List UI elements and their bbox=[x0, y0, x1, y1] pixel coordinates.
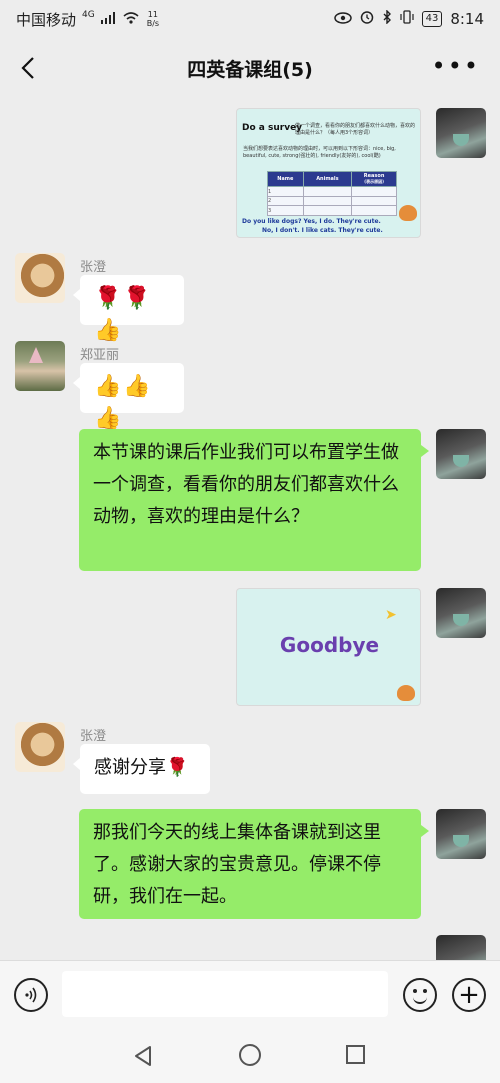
alarm-icon bbox=[360, 10, 374, 28]
status-bar: 中国移动 4G 11 B/s 43 8:14 bbox=[0, 0, 500, 38]
message-bubble[interactable]: 本节课的课后作业我们可以布置学生做一个调查，看看你的朋友们都喜欢什么动物，喜欢的… bbox=[79, 429, 429, 571]
avatar-zhengyali[interactable] bbox=[15, 341, 65, 391]
plus-icon: + bbox=[458, 980, 480, 1010]
slide-title: Do a survey bbox=[242, 123, 303, 133]
voice-input-button[interactable] bbox=[14, 978, 48, 1012]
table-header: Animals bbox=[302, 170, 353, 188]
table-row: 3 bbox=[267, 205, 397, 216]
image-message-survey[interactable]: Do a survey 做一个调查，看看你的朋友们都喜欢什么动物，喜欢的理由是什… bbox=[236, 108, 421, 238]
more-options-button[interactable]: ••• bbox=[432, 54, 480, 78]
chevron-left-icon bbox=[21, 57, 34, 79]
input-bar: + bbox=[0, 960, 500, 1026]
emoji-button[interactable] bbox=[403, 978, 437, 1012]
table-cell bbox=[351, 186, 397, 197]
chat-title: 四英备课组(5) bbox=[187, 58, 313, 81]
table-cell: 1 bbox=[267, 186, 304, 197]
slide-hint: 当我们想要表达喜欢动物的理由时，可以用到以下形容词：nice, big, bea… bbox=[243, 146, 396, 159]
back-button[interactable] bbox=[14, 52, 46, 84]
clock: 8:14 bbox=[450, 10, 484, 28]
message-bubble[interactable]: 那我们今天的线上集体备课就到这里了。感谢大家的宝贵意见。停课不停研，我们在一起。 bbox=[79, 809, 429, 919]
speed-value: 11 bbox=[147, 10, 158, 19]
voice-icon bbox=[25, 987, 37, 1003]
table-cell bbox=[351, 195, 397, 207]
image-message-goodbye[interactable]: ➤ Goodbye bbox=[236, 588, 421, 706]
message-bubble[interactable]: 感谢分享🌹 bbox=[73, 744, 210, 794]
avatar-self[interactable] bbox=[436, 588, 486, 638]
table-header-sub: (表示原因) bbox=[364, 179, 384, 185]
message-list[interactable]: Do a survey 做一个调查，看看你的朋友们都喜欢什么动物，喜欢的理由是什… bbox=[0, 98, 500, 960]
slide-subtitle: 做一个调查，看看你的朋友们都喜欢什么动物，喜欢的理由是什么？（每人用3个形容词） bbox=[295, 123, 416, 136]
slide-footer-line: Do you like dogs? Yes, I do. They're cut… bbox=[242, 218, 381, 225]
table-cell bbox=[302, 186, 353, 197]
eye-icon bbox=[333, 10, 352, 28]
more-actions-button[interactable]: + bbox=[452, 978, 486, 1012]
bluetooth-icon bbox=[382, 9, 392, 28]
avatar-self[interactable] bbox=[436, 809, 486, 859]
table-cell bbox=[302, 195, 353, 207]
nav-home-button[interactable] bbox=[239, 1044, 261, 1066]
signal-icon bbox=[100, 10, 117, 28]
network-type: 4G bbox=[82, 10, 95, 20]
chat-header: 四英备课组(5) ••• bbox=[0, 38, 500, 98]
table-row: 1 bbox=[267, 186, 397, 197]
survey-table: Name Animals Reason (表示原因) 1 2 3 bbox=[267, 170, 397, 216]
table-header: Reason (表示原因) bbox=[351, 170, 397, 188]
avatar-zhangcheng[interactable] bbox=[15, 722, 65, 772]
fox-illustration bbox=[399, 205, 417, 221]
slide-footer-line: No, I don't. I like cats. They're cute. bbox=[262, 227, 383, 234]
system-nav-bar bbox=[0, 1026, 500, 1083]
speed-unit: B/s bbox=[146, 19, 160, 28]
slide-title: Goodbye bbox=[279, 633, 380, 657]
vibrate-icon bbox=[399, 10, 414, 28]
nav-back-button[interactable] bbox=[133, 1045, 153, 1067]
network-speed: 11 B/s bbox=[147, 10, 159, 28]
table-cell: 3 bbox=[267, 205, 304, 216]
avatar-self[interactable] bbox=[436, 108, 486, 158]
nav-recents-button[interactable] bbox=[346, 1045, 365, 1064]
sender-name: 郑亚丽 bbox=[80, 348, 120, 363]
battery-icon: 43 bbox=[421, 11, 443, 27]
sender-name: 张澄 bbox=[80, 260, 107, 275]
sender-name: 张澄 bbox=[80, 729, 107, 744]
message-bubble[interactable]: 🌹🌹👍 bbox=[73, 275, 184, 343]
message-bubble[interactable]: 👍👍👍 bbox=[73, 363, 184, 431]
paper-plane-icon: ➤ bbox=[385, 607, 397, 623]
table-cell bbox=[351, 205, 397, 216]
table-row: 2 bbox=[267, 195, 397, 207]
avatar-self[interactable] bbox=[436, 429, 486, 479]
avatar-zhangcheng[interactable] bbox=[15, 253, 65, 303]
table-cell: 2 bbox=[267, 195, 304, 207]
fox-illustration bbox=[397, 685, 415, 701]
slide-footer: Do you like dogs? Yes, I do. They're cut… bbox=[242, 217, 383, 235]
message-input[interactable] bbox=[62, 971, 388, 1017]
avatar-self[interactable] bbox=[436, 935, 486, 960]
wifi-icon bbox=[123, 10, 139, 28]
table-cell bbox=[302, 205, 353, 216]
table-header: Name bbox=[267, 170, 304, 188]
carrier-label: 中国移动 bbox=[16, 10, 77, 29]
